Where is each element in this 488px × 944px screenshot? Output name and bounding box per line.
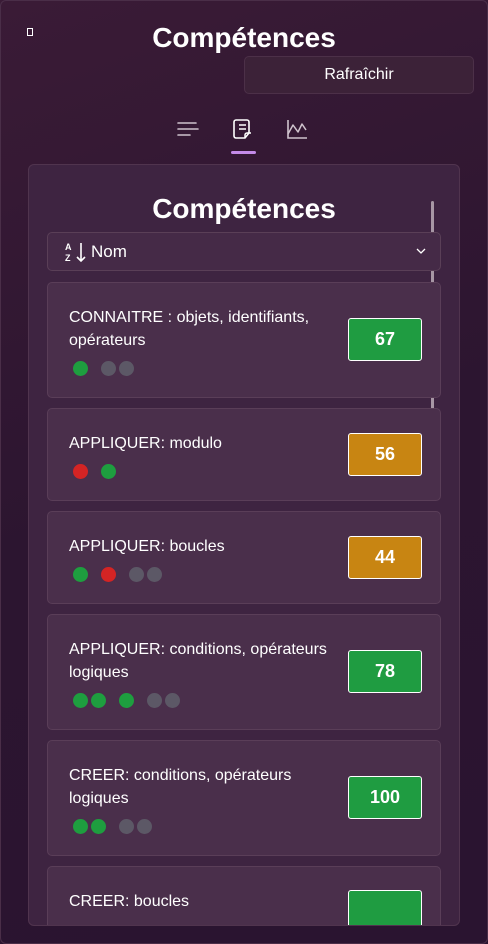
page-title: Compétences	[152, 22, 336, 53]
green-dot	[73, 567, 88, 582]
gray-dot	[165, 693, 180, 708]
score-badge: 78	[348, 650, 422, 693]
tab-list[interactable]	[171, 112, 205, 146]
gray-dot	[101, 361, 116, 376]
skill-name: APPLIQUER: conditions, opérateurs logiqu…	[69, 641, 327, 681]
skill-card[interactable]: CONNAITRE : objets, identifiants, opérat…	[47, 282, 441, 398]
score-badge: 100	[348, 776, 422, 819]
green-dot	[119, 693, 134, 708]
green-dot	[91, 693, 106, 708]
svg-text:A: A	[65, 242, 72, 252]
score-badge: 67	[348, 318, 422, 361]
lines-icon	[177, 122, 199, 136]
skill-card[interactable]: APPLIQUER: conditions, opérateurs logiqu…	[47, 614, 441, 730]
green-dot	[91, 819, 106, 834]
chevron-down-icon	[416, 248, 426, 254]
selected-tab-indicator	[231, 151, 256, 154]
skill-name: CONNAITRE : objets, identifiants, opérat…	[69, 309, 310, 349]
skill-card[interactable]: APPLIQUER: modulo 56	[47, 408, 441, 501]
sort-dropdown[interactable]: A Z Nom	[47, 232, 441, 271]
chart-icon	[287, 120, 307, 139]
tab-bar	[0, 112, 488, 156]
red-dot	[73, 464, 88, 479]
skill-card[interactable]: CREER: boucles	[47, 866, 441, 925]
skill-name: CREER: conditions, opérateurs logiques	[69, 767, 292, 807]
green-dot	[73, 819, 88, 834]
panel-title: Compétences	[152, 193, 336, 224]
gray-dot	[147, 567, 162, 582]
skill-card[interactable]: CREER: conditions, opérateurs logiques 10…	[47, 740, 441, 856]
gray-dot	[137, 819, 152, 834]
gray-dot	[119, 819, 134, 834]
svg-text:Z: Z	[65, 253, 71, 263]
skill-card[interactable]: APPLIQUER: boucles 44	[47, 511, 441, 604]
score-badge: 56	[348, 433, 422, 476]
gray-dot	[129, 567, 144, 582]
green-dot	[73, 693, 88, 708]
red-dot	[101, 567, 116, 582]
green-dot	[101, 464, 116, 479]
sort-az-icon: A Z	[64, 240, 88, 264]
sort-label: Nom	[91, 241, 127, 261]
skill-name: APPLIQUER: boucles	[69, 538, 225, 555]
tab-document[interactable]	[226, 112, 260, 146]
score-badge: 44	[348, 536, 422, 579]
green-dot	[73, 361, 88, 376]
tab-chart[interactable]	[280, 112, 314, 146]
skill-name: APPLIQUER: modulo	[69, 435, 222, 452]
refresh-button[interactable]: Rafraîchir	[244, 56, 474, 94]
document-icon	[233, 119, 251, 139]
skill-name: CREER: boucles	[69, 893, 190, 910]
score-badge	[348, 890, 422, 925]
gray-dot	[147, 693, 162, 708]
gray-dot	[119, 361, 134, 376]
skills-panel: Compétences A Z Nom CONNAITRE : objets, …	[28, 164, 460, 926]
